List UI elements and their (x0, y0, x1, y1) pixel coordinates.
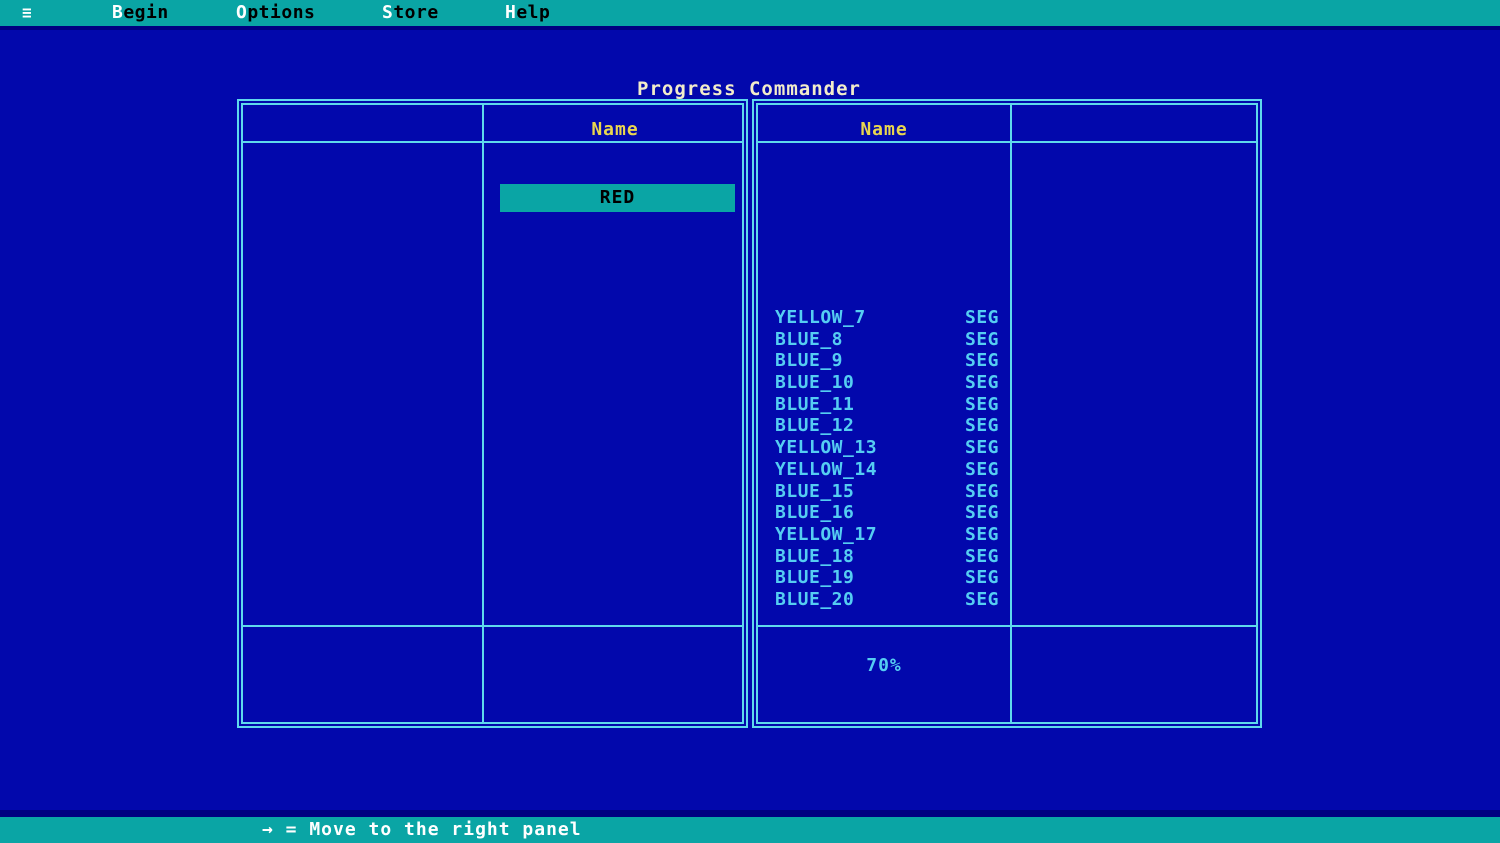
file-name: YELLOW_14 (775, 458, 878, 480)
file-name: BLUE_20 (775, 588, 855, 610)
file-row[interactable]: BLUE_16 SEG (775, 502, 999, 524)
file-ext: SEG (964, 328, 999, 350)
left-panel-header-divider (243, 141, 742, 143)
left-panel-status-divider (243, 625, 742, 627)
file-ext: SEG (964, 307, 999, 328)
panel-progress-status: 70% (866, 655, 902, 676)
app-title: Progress Commander (637, 78, 861, 100)
file-ext: SEG (964, 393, 999, 415)
file-ext: SEG (964, 480, 999, 502)
file-name: BLUE_9 (775, 350, 844, 372)
file-name: BLUE_12 (775, 415, 855, 437)
right-panel-column-divider (1010, 105, 1012, 722)
file-name: BLUE_16 (775, 502, 855, 524)
menu-bar: ≡ Begin Options Store Help (0, 0, 1500, 30)
file-row[interactable]: BLUE_11 SEG (775, 394, 999, 416)
file-ext: SEG (964, 437, 999, 459)
file-row[interactable]: YELLOW_13 SEG (775, 437, 999, 459)
file-row[interactable]: BLUE_10 SEG (775, 372, 999, 394)
right-panel-header-divider (758, 141, 1256, 143)
file-name: YELLOW_17 (775, 523, 878, 545)
menu-hotkey: B (112, 2, 124, 23)
file-name: BLUE_11 (775, 393, 855, 415)
right-panel-name-header: Name (860, 119, 908, 140)
file-ext: SEG (964, 372, 999, 394)
file-row[interactable]: BLUE_9 SEG (775, 350, 999, 372)
file-row[interactable]: YELLOW_14 SEG (775, 459, 999, 481)
file-row[interactable]: BLUE_20 SEG (775, 589, 999, 611)
file-row[interactable]: BLUE_19 SEG (775, 567, 999, 589)
left-panel-name-header: Name (591, 119, 639, 140)
right-panel: Name YELLOW_7 SEG BLUE_8 SEG BLUE_9 SEG BLUE_1… (752, 99, 1262, 728)
file-name: BLUE_8 (775, 328, 844, 350)
file-ext: SEG (964, 502, 999, 524)
hamburger-menu-icon[interactable]: ≡ (22, 0, 32, 26)
file-row[interactable]: YELLOW_7 SEG (775, 307, 999, 329)
file-name: BLUE_18 (775, 545, 855, 567)
file-row[interactable]: BLUE_12 SEG (775, 415, 999, 437)
menu-item-help[interactable]: Help (505, 0, 550, 26)
file-ext: SEG (964, 523, 999, 545)
file-name: BLUE_19 (775, 567, 855, 589)
menu-label-rest: elp (516, 2, 551, 23)
file-row[interactable]: BLUE_18 SEG (775, 546, 999, 568)
file-list: YELLOW_7 SEG BLUE_8 SEG BLUE_9 SEG BLUE_10 SEG B… (775, 307, 999, 611)
file-ext: SEG (964, 567, 999, 589)
file-name: BLUE_10 (775, 372, 855, 394)
progress-commander-screen: ≡ Begin Options Store Help Progress Comm… (0, 0, 1500, 843)
menu-label-rest: ptions (247, 2, 316, 23)
file-name: YELLOW_13 (775, 437, 878, 459)
menu-hotkey: O (236, 2, 248, 23)
status-bar: → = Move to the right panel (0, 810, 1500, 843)
file-ext: SEG (964, 588, 999, 610)
menu-item-options[interactable]: Options (236, 0, 315, 26)
left-panel-column-divider (482, 105, 484, 722)
file-name: YELLOW_7 (775, 307, 866, 328)
file-ext: SEG (964, 458, 999, 480)
menu-label-rest: tore (393, 2, 439, 23)
menu-hotkey: H (505, 2, 517, 23)
file-row[interactable]: YELLOW_17 SEG (775, 524, 999, 546)
menu-label-rest: egin (123, 2, 169, 23)
file-ext: SEG (964, 415, 999, 437)
status-hint: → = Move to the right panel (262, 819, 582, 840)
menu-hotkey: S (382, 2, 394, 23)
selected-file-red[interactable]: RED (500, 184, 735, 212)
file-row[interactable]: BLUE_8 SEG (775, 329, 999, 351)
file-name: BLUE_15 (775, 480, 855, 502)
file-ext: SEG (964, 545, 999, 567)
right-panel-status-divider (758, 625, 1256, 627)
menu-item-store[interactable]: Store (382, 0, 439, 26)
file-row[interactable]: BLUE_15 SEG (775, 481, 999, 503)
left-panel: Name RED (237, 99, 748, 728)
menu-item-begin[interactable]: Begin (112, 0, 169, 26)
file-ext: SEG (964, 350, 999, 372)
